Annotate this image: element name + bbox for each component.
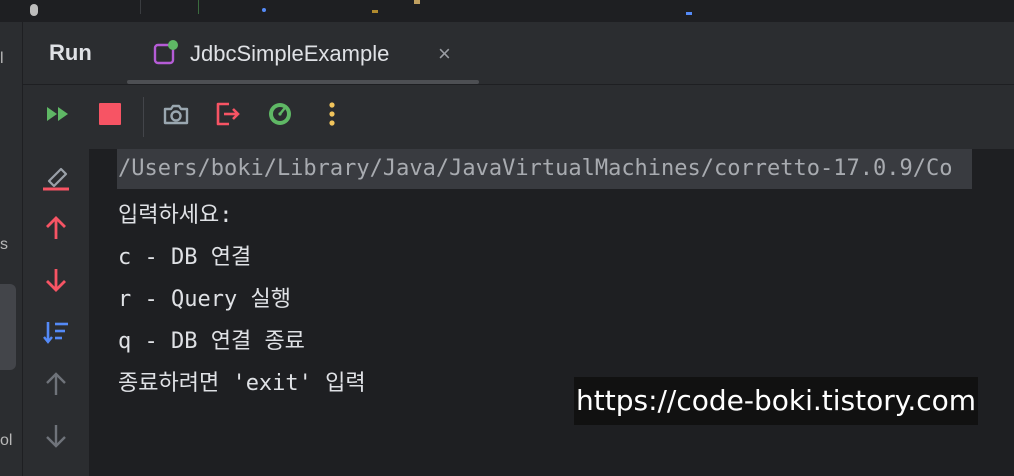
- more-icon: [328, 101, 336, 132]
- console-output[interactable]: /Users/boki/Library/Java/JavaVirtualMach…: [90, 149, 1014, 476]
- sort-button[interactable]: [39, 317, 73, 351]
- sort-icon: [42, 319, 70, 350]
- down-stack-trace-icon: [45, 267, 67, 298]
- up-stack-trace-button[interactable]: [39, 213, 73, 247]
- tab-jdbc-simple-example[interactable]: JdbcSimpleExample ×: [127, 22, 479, 84]
- watermark-url: https://code-boki.tistory.com: [574, 377, 979, 425]
- run-tool-window-header: Run JdbcSimpleExample ×: [23, 22, 1014, 84]
- camera-icon: [162, 102, 190, 131]
- scroll-up-icon: [45, 371, 67, 402]
- console-line: r - Query 실행: [118, 287, 291, 312]
- rerun-button[interactable]: [41, 99, 75, 133]
- console-command-line: /Users/boki/Library/Java/JavaVirtualMach…: [117, 149, 973, 189]
- profiler-icon: [267, 101, 293, 132]
- profiler-button[interactable]: [263, 99, 297, 133]
- console-line: c - DB 연결: [118, 245, 252, 270]
- clear-all-button[interactable]: [39, 162, 73, 196]
- tool-window-title: Run: [49, 40, 92, 65]
- run-toolbar: [23, 84, 1014, 150]
- ide-window: l s ol Run JdbcSimpleExample × /Users/bo…: [0, 0, 1014, 476]
- exit-button[interactable]: [211, 99, 245, 133]
- stop-button[interactable]: [93, 99, 127, 133]
- editor-area-edge: [0, 0, 1014, 22]
- more-button[interactable]: [315, 99, 349, 133]
- left-strip-label: l: [0, 50, 4, 67]
- editor-code-fragment: [414, 0, 420, 4]
- dump-threads-button[interactable]: [159, 99, 193, 133]
- rerun-icon: [45, 104, 71, 129]
- editor-code-fragment: [262, 8, 266, 12]
- left-strip-label: ol: [0, 432, 12, 449]
- up-stack-trace-icon: [45, 215, 67, 246]
- left-tool-strip: l s ol: [0, 22, 23, 476]
- class-run-icon: [153, 40, 179, 66]
- left-strip-active-tool[interactable]: [0, 284, 16, 370]
- scroll-down-button[interactable]: [39, 421, 73, 455]
- stop-icon: [98, 102, 122, 131]
- console-gutter-toolbar: [23, 149, 90, 476]
- scroll-up-button[interactable]: [39, 369, 73, 403]
- tab-label: JdbcSimpleExample: [190, 41, 390, 66]
- toolbar-separator: [143, 97, 144, 137]
- left-strip-label: s: [0, 236, 8, 253]
- editor-scroll-marker: [30, 4, 38, 16]
- down-stack-trace-button[interactable]: [39, 265, 73, 299]
- editor-indent-guide: [140, 0, 141, 14]
- close-icon[interactable]: ×: [438, 41, 451, 67]
- console-line: q - DB 연결 종료: [118, 329, 305, 354]
- editor-indent-guide: [198, 0, 199, 14]
- console-line: 종료하려면 'exit' 입력: [118, 371, 366, 396]
- scroll-down-icon: [45, 423, 67, 454]
- editor-code-fragment: [372, 10, 378, 13]
- console-line: 입력하세요:: [118, 203, 233, 228]
- editor-code-fragment: [686, 12, 692, 15]
- exit-icon: [214, 100, 242, 133]
- clear-all-icon: [41, 163, 71, 196]
